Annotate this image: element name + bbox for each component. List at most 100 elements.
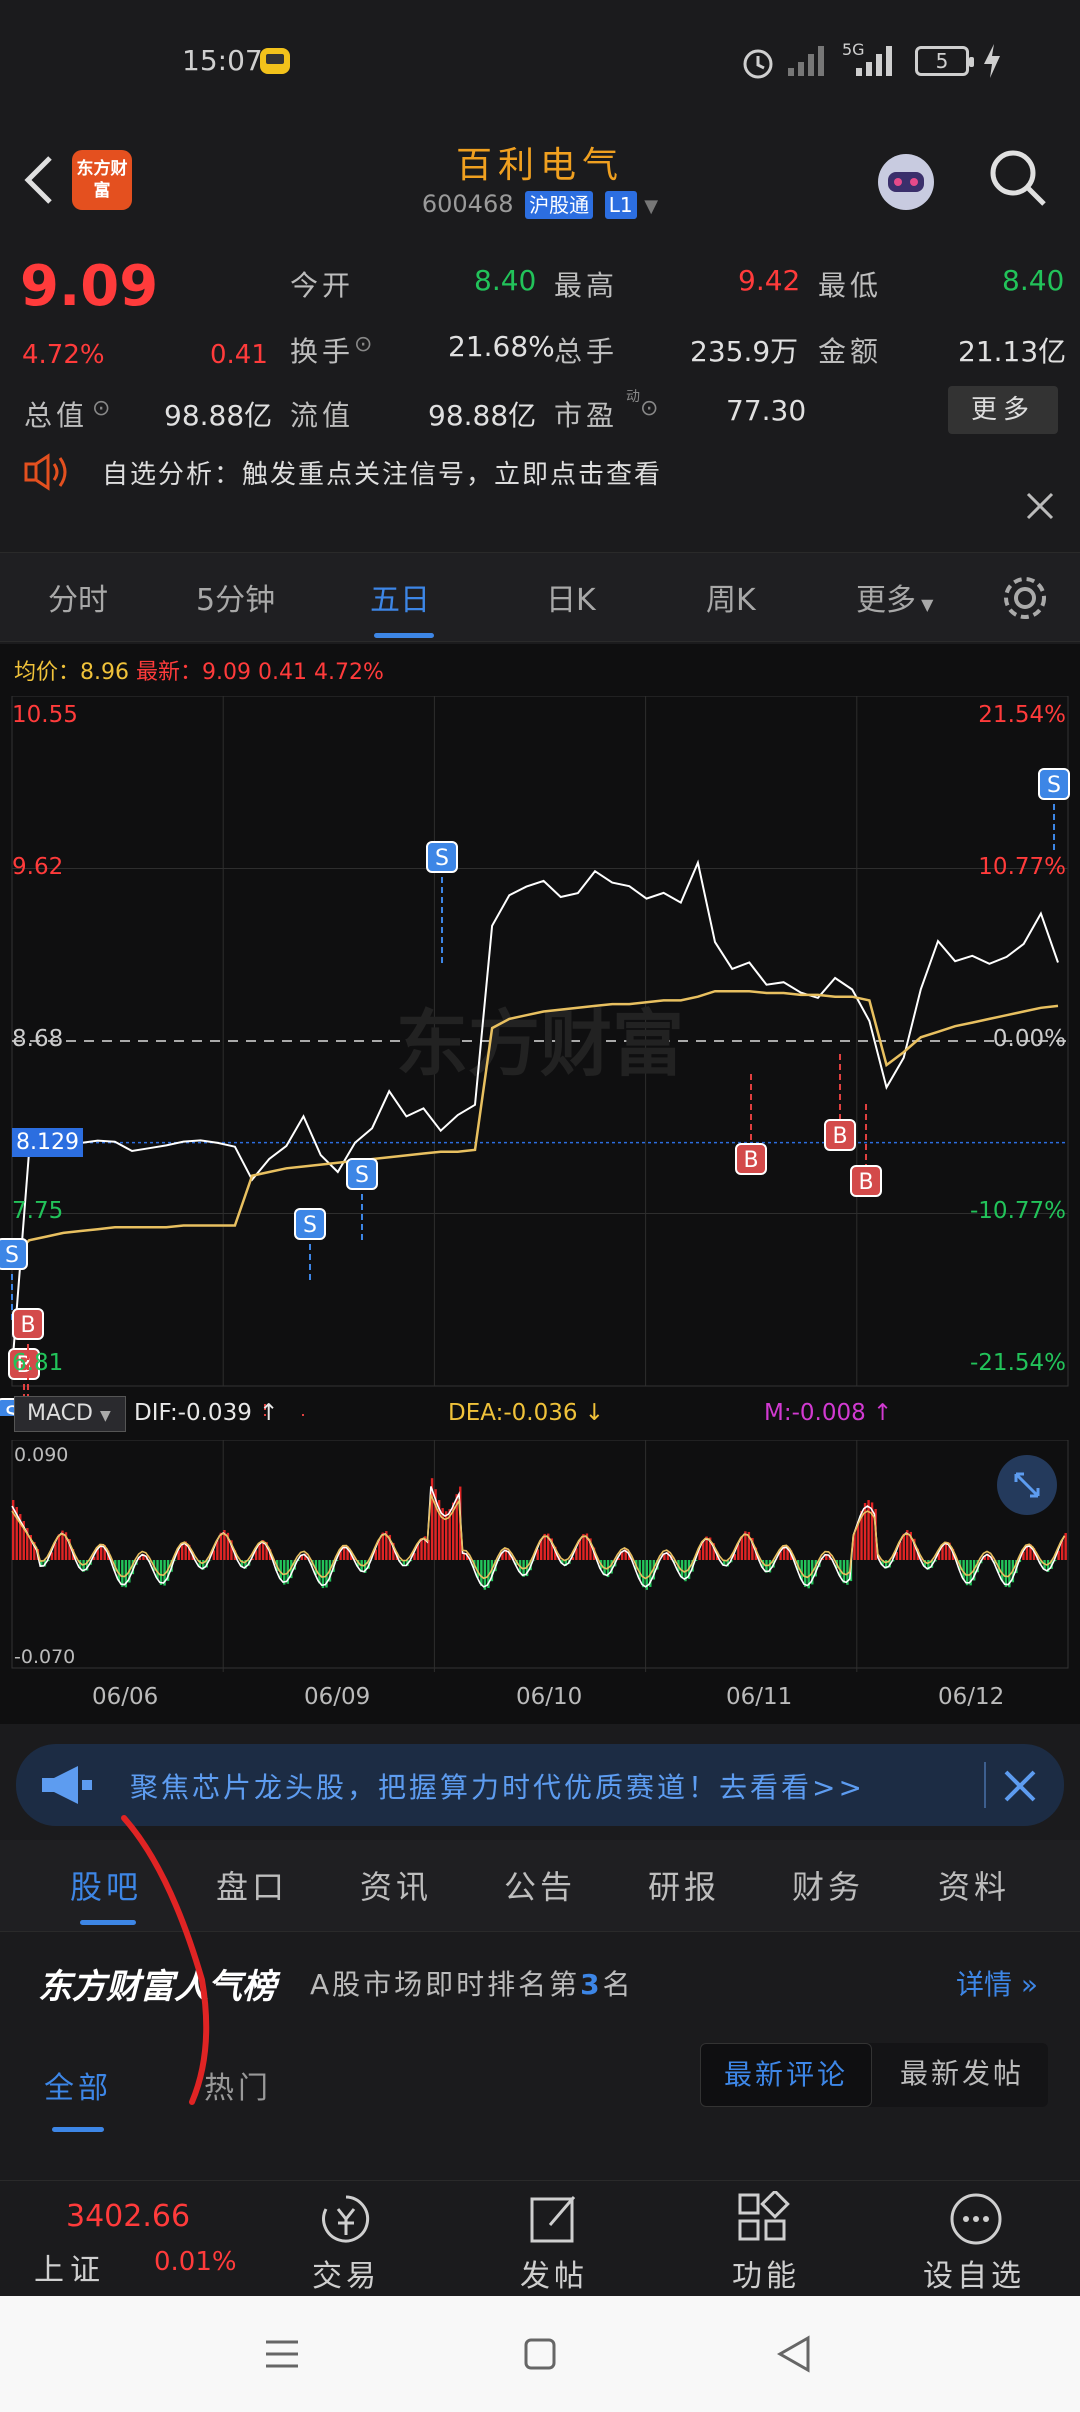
latest-label: 最新 [136, 660, 181, 685]
tab-pankou[interactable]: 盘口 [216, 1862, 288, 1908]
active-tab-indicator [374, 633, 434, 638]
signal-icon-1 [788, 46, 824, 76]
macd-bar [744, 1531, 747, 1560]
info-icon[interactable]: ⊙ [354, 332, 372, 357]
y-right-tick: 0.00% [992, 1026, 1066, 1052]
chart-period-tabs: 分时 5分钟 五日 日K 周K 更多 ▼ [0, 552, 1080, 642]
tab-announcements[interactable]: 公告 [504, 1862, 576, 1908]
price-chart[interactable]: 东方财富SBSBBBSSSBBBS [0, 696, 1080, 1416]
signal-icon-2 [856, 46, 892, 76]
watermark: 东方财富 [396, 1002, 684, 1086]
back-icon[interactable] [774, 2334, 814, 2374]
info-icon[interactable]: ⊙ [92, 396, 110, 421]
trade-icon[interactable] [316, 2193, 376, 2247]
caret-down-icon: ▼ [99, 1408, 111, 1424]
function-label[interactable]: 功能 [706, 2251, 826, 2295]
tab-research[interactable]: 研报 [648, 1862, 720, 1908]
chart-header: 均价：8.96 最新：9.09 0.41 4.72% [14, 660, 384, 685]
watchlist-label[interactable]: 设自选 [914, 2251, 1034, 2295]
turnover-value: 21.68% [448, 330, 555, 363]
index-name[interactable]: 上证 [34, 2245, 106, 2289]
tab-news[interactable]: 资讯 [360, 1862, 432, 1908]
avg-value: 8.96 [80, 660, 130, 685]
more-dots-icon[interactable] [948, 2191, 1004, 2247]
macd-bar [321, 1560, 325, 1589]
sort-latest-post[interactable]: 最新发帖 [876, 2043, 1048, 2107]
macd-bar [480, 1560, 483, 1587]
index-value[interactable]: 3402.66 [66, 2199, 190, 2234]
macd-bar [543, 1533, 546, 1560]
macd-bar [121, 1560, 124, 1587]
info-icon[interactable]: ⊙ [640, 396, 658, 421]
macd-bar [582, 1534, 585, 1560]
macd-bar [381, 1532, 384, 1560]
indicator-name: MACD [27, 1401, 93, 1426]
tab-daily-k[interactable]: 日K [546, 575, 596, 619]
macd-bar [318, 1560, 321, 1584]
float-value: 98.88亿 [428, 399, 537, 432]
signal-label: B [832, 1124, 847, 1149]
float-label: 流值 [290, 399, 355, 432]
tab-intraday[interactable]: 分时 [48, 575, 108, 619]
level-tag: L1 [604, 191, 637, 219]
macd-bottom-label: -0.070 [14, 1646, 76, 1668]
rank-number: 3 [580, 1968, 603, 2001]
current-price: 9.09 [20, 254, 159, 319]
amount-value: 21.13亿 [958, 335, 1067, 368]
amount-label: 金额 [818, 335, 883, 368]
robot-assistant-icon[interactable] [870, 144, 942, 216]
macd-bar [1064, 1533, 1067, 1560]
notification-app-icon [260, 48, 290, 74]
x-tick: 06/10 [516, 1684, 583, 1710]
search-icon[interactable] [986, 146, 1050, 210]
tab-finance[interactable]: 财务 [792, 1862, 864, 1908]
notice-banner[interactable]: 自选分析：触发重点关注信号，立即点击查看 [0, 440, 1080, 550]
five-day-chart[interactable]: 均价：8.96 最新：9.09 0.41 4.72% 东方财富SBSBBBSSS… [0, 644, 1080, 1724]
crosshair-price-label: 8.129 [12, 1128, 83, 1157]
x-tick: 06/09 [304, 1684, 371, 1710]
sort-latest-comment[interactable]: 最新评论 [700, 2043, 872, 2107]
signal-label: B [858, 1170, 873, 1195]
y-left-tick: 9.62 [12, 854, 64, 880]
index-pct[interactable]: 0.01% [154, 2247, 237, 2277]
trade-label[interactable]: 交易 [286, 2251, 406, 2295]
latest-chg: 0.41 [258, 660, 308, 685]
macd-bar [219, 1532, 223, 1560]
post-label[interactable]: 发帖 [494, 2251, 614, 2295]
bottom-action-bar: 3402.66 上证 0.01% 交易 发帖 功能 设自选 [0, 2180, 1080, 2296]
mktcap-label: 总值 [24, 399, 89, 432]
high-value: 9.42 [738, 264, 801, 297]
edit-post-icon[interactable] [526, 2191, 582, 2247]
expand-icon[interactable] [996, 1454, 1058, 1516]
close-icon[interactable] [1024, 490, 1056, 522]
macd-chart[interactable] [0, 1440, 1080, 1672]
tab-weekly-k[interactable]: 周K [706, 575, 756, 619]
rank-detail-link[interactable]: 详情 » [956, 1963, 1038, 2003]
signal-label: B [743, 1148, 758, 1173]
latest-value: 9.09 [202, 660, 252, 685]
notice-text: 自选分析：触发重点关注信号，立即点击查看 [102, 460, 663, 490]
battery-icon: 5 [915, 46, 974, 76]
home-icon[interactable] [520, 2334, 560, 2374]
close-icon[interactable] [1002, 1768, 1038, 1804]
settings-gear-icon[interactable] [1000, 573, 1050, 623]
tab-more[interactable]: 更多 ▼ [856, 575, 933, 619]
indicator-select[interactable]: MACD ▼ [14, 1396, 126, 1432]
volume-value: 235.9万 [690, 335, 799, 368]
signal-label: S [303, 1213, 317, 1238]
filter-all[interactable]: 全部 [44, 2063, 112, 2107]
tab-5min[interactable]: 5分钟 [196, 575, 275, 619]
function-grid-icon[interactable] [736, 2191, 792, 2247]
low-label: 最低 [818, 269, 883, 302]
pe-label: 市盈 [554, 399, 619, 432]
more-button[interactable]: 更多 [948, 386, 1058, 434]
megaphone-icon [42, 1766, 92, 1804]
tab-5day[interactable]: 五日 [370, 575, 430, 619]
macd-bar [740, 1535, 744, 1560]
caret-down-icon: ▼ [916, 595, 934, 614]
change-amt: 0.41 [210, 340, 268, 370]
menu-icon[interactable] [262, 2334, 302, 2374]
high-label: 最高 [554, 269, 619, 302]
tab-profile[interactable]: 资料 [938, 1862, 1010, 1908]
signal-label: S [5, 1243, 19, 1268]
